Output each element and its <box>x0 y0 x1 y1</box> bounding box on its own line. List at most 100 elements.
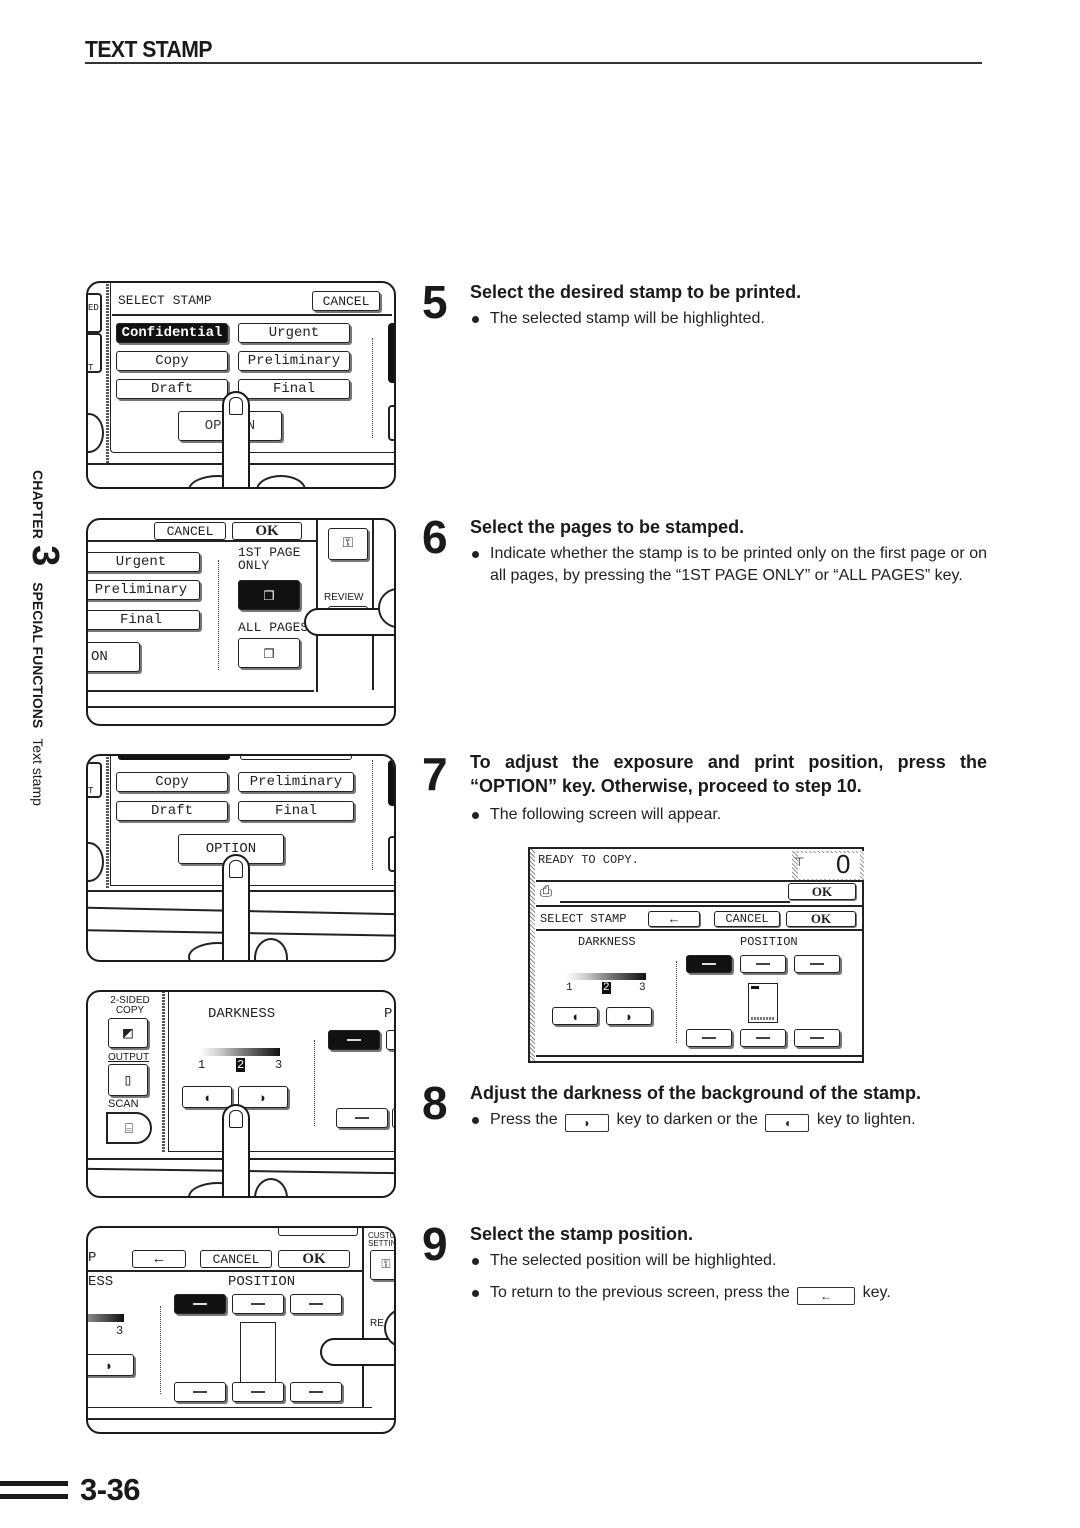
illustration-darkness: 2-SIDED COPY ◩ OUTPUT ▯ SCAN ⌸ DARKNESS … <box>86 990 396 1198</box>
step-bullet: The following screen will appear. <box>470 804 987 826</box>
darkness-level-2: 2 <box>236 1058 246 1072</box>
position-bottom-right[interactable] <box>794 1029 840 1047</box>
stamp-copy[interactable]: Copy <box>116 772 228 792</box>
step-bullet: Press the ◗ key to darken or the ◖ key t… <box>470 1109 987 1132</box>
back-button[interactable]: ← <box>132 1250 186 1268</box>
lighten-icon: ◖ <box>203 1089 211 1105</box>
position-top-center[interactable] <box>740 955 786 973</box>
darken-button[interactable]: ◗ <box>606 1007 652 1025</box>
back-key: ← <box>797 1287 856 1305</box>
darken-button[interactable]: ◗ <box>88 1354 134 1376</box>
side-dial <box>88 842 104 882</box>
step-number: 6 <box>422 511 448 563</box>
ok-button[interactable]: OK <box>232 522 302 540</box>
all-pages-button[interactable]: ❐ <box>238 638 300 668</box>
lighten-button[interactable]: ◖ <box>552 1007 598 1025</box>
position-top-center[interactable] <box>386 1030 394 1050</box>
step-number: 5 <box>422 276 448 328</box>
two-sided-copy-label: 2-SIDED COPY <box>108 996 152 1016</box>
custom-settings-label: CUSTO SETTIN <box>368 1232 396 1248</box>
page-number: 3-36 <box>80 1472 141 1507</box>
page-header: TEXT STAMP <box>85 36 982 64</box>
ok-button[interactable]: OK <box>278 1250 350 1268</box>
step-number: 9 <box>422 1218 448 1270</box>
ok-top-button[interactable]: OK <box>788 883 856 900</box>
ok-button[interactable]: OK <box>786 911 856 927</box>
back-button[interactable]: ← <box>648 911 700 927</box>
position-top-center[interactable] <box>232 1294 284 1314</box>
position-top-right[interactable] <box>290 1294 342 1314</box>
step-bullet: To return to the previous screen, press … <box>470 1282 987 1305</box>
stamp-urgent[interactable]: Urgent <box>238 323 350 343</box>
position-bottom-left[interactable] <box>686 1029 732 1047</box>
stamp-preliminary[interactable]: Preliminary <box>88 580 200 600</box>
page-footer: 3-36 <box>0 1472 141 1508</box>
status-message: READY TO COPY. <box>538 853 639 867</box>
copy-count: 0 <box>836 849 851 879</box>
first-page-only-label: 1ST PAGE ONLY <box>238 546 300 572</box>
stamp-draft[interactable]: Draft <box>116 801 228 821</box>
darken-icon: ◗ <box>583 1116 591 1130</box>
position-bottom-center[interactable] <box>740 1029 786 1047</box>
stamp-urgent[interactable]: Urgent <box>88 552 200 572</box>
custom-settings-button[interactable]: ⚿ <box>370 1250 394 1280</box>
step-9: 9 Select the stamp position. The selecte… <box>422 1218 987 1315</box>
review-label-fragment: RE <box>370 1318 384 1329</box>
position-top-left[interactable] <box>174 1294 226 1314</box>
step-number: 8 <box>422 1077 448 1129</box>
stamp-draft[interactable]: Draft <box>116 379 228 399</box>
stamp-final[interactable]: Final <box>238 801 354 821</box>
lighten-key: ◖ <box>765 1114 810 1132</box>
option-button[interactable]: ON <box>88 642 140 672</box>
subsection-label: Text stamp <box>30 738 46 806</box>
side-label-fragment: T <box>88 786 94 796</box>
pages-icon: ❐ <box>263 586 275 606</box>
cancel-button[interactable]: CANCEL <box>312 291 380 311</box>
darken-button[interactable]: ◗ <box>238 1086 288 1108</box>
position-bottom-center[interactable] <box>392 1108 394 1128</box>
bullet-text: To return to the previous screen, press … <box>490 1284 790 1301</box>
illustration-option-key: T Copy Preliminary Draft Final OPTION <box>86 754 396 962</box>
darkness-gradient-bar <box>200 1048 280 1056</box>
position-top-left[interactable] <box>686 955 732 973</box>
position-top-right[interactable] <box>794 955 840 973</box>
two-sided-copy-button[interactable]: ◩ <box>108 1018 148 1048</box>
lighten-icon: ◖ <box>571 1008 579 1024</box>
output-button[interactable]: ▯ <box>108 1064 148 1096</box>
custom-settings-button[interactable]: ⚿ <box>328 528 368 560</box>
duplex-icon: ◩ <box>123 1025 133 1043</box>
bullet-text: key to lighten. <box>816 1111 916 1128</box>
cancel-button[interactable]: CANCEL <box>154 522 226 540</box>
first-page-only-button[interactable]: ❐ <box>238 580 300 610</box>
step-title: Adjust the darkness of the background of… <box>470 1083 922 1103</box>
screen-title: SELECT STAMP <box>118 293 212 308</box>
stamp-confidential[interactable]: Confidential <box>116 323 228 343</box>
custom-line2: SETTIN <box>368 1239 396 1248</box>
cancel-button[interactable]: CANCEL <box>714 911 780 927</box>
lighten-button[interactable]: ◖ <box>182 1086 232 1108</box>
stamp-copy[interactable]: Copy <box>116 351 228 371</box>
position-bottom-left[interactable] <box>174 1382 226 1402</box>
step-7: 7 To adjust the exposure and print posit… <box>422 750 987 836</box>
chapter-label: CHAPTER <box>30 470 46 540</box>
position-bottom-left[interactable] <box>336 1108 388 1128</box>
hand-knuckle <box>256 475 306 487</box>
bullet-text: key to darken or the <box>616 1111 758 1128</box>
scan-button[interactable]: ⌸ <box>106 1112 152 1144</box>
bullet-text: Press the <box>490 1111 558 1128</box>
darken-icon: ◗ <box>259 1089 267 1105</box>
output-tray-icon: ▯ <box>123 1072 133 1090</box>
position-label: POSITION <box>740 935 798 949</box>
chapter-number: 3 <box>24 545 66 567</box>
hand-knuckle <box>254 938 288 960</box>
stamp-preliminary[interactable]: Preliminary <box>238 772 354 792</box>
lcd-screen <box>168 992 394 1152</box>
stamp-preliminary[interactable]: Preliminary <box>238 351 350 371</box>
stamp-final[interactable]: Final <box>238 379 350 399</box>
position-bottom-center[interactable] <box>232 1382 284 1402</box>
step-title: Select the stamp position. <box>470 1224 694 1244</box>
position-top-left[interactable] <box>328 1030 380 1050</box>
stamp-final[interactable]: Final <box>88 610 200 630</box>
position-bottom-right[interactable] <box>290 1382 342 1402</box>
cancel-button[interactable]: CANCEL <box>200 1250 272 1268</box>
